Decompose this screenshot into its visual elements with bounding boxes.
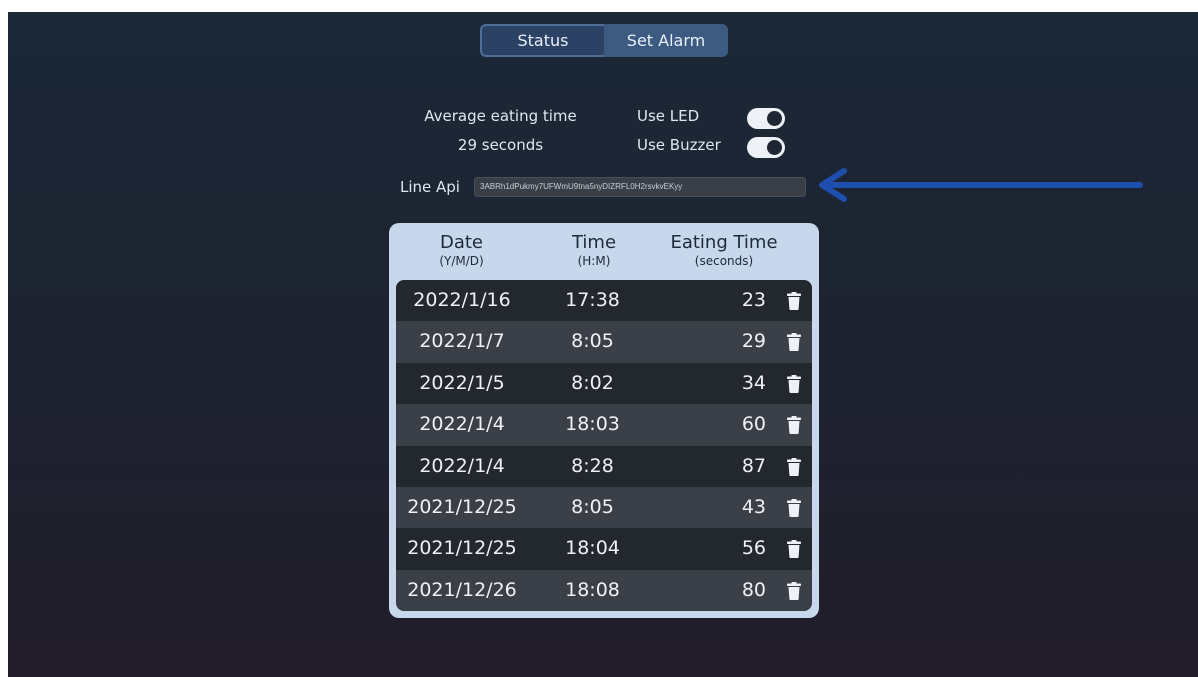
average-eating-time-value: 29 seconds (457, 136, 544, 154)
eating-time-header-label: Eating Time (670, 232, 778, 253)
use-buzzer-label: Use Buzzer (637, 136, 721, 154)
time-cell: 18:03 (565, 413, 620, 436)
table-row: 2022/1/7 8:05 29 (396, 321, 812, 363)
trash-icon[interactable] (786, 540, 802, 559)
eating-time-header-unit: (seconds) (694, 254, 754, 268)
table-row: 2022/1/4 8:28 87 (396, 445, 812, 487)
eating-time-cell: 29 (741, 330, 766, 353)
date-header-label: Date (439, 232, 484, 253)
table-row: 2021/12/25 18:04 56 (396, 528, 812, 570)
app-window: Status Set Alarm Average eating time 29 … (8, 12, 1198, 677)
time-cell: 8:05 (571, 330, 614, 353)
table-row: 2022/1/16 17:38 23 (396, 280, 812, 322)
date-cell: 2022/1/7 (419, 330, 505, 353)
column-header-eating-time: Eating Time (seconds) (649, 232, 799, 268)
date-cell: 2022/1/16 (413, 289, 511, 311)
use-led-toggle[interactable] (747, 108, 785, 129)
eating-time-cell: 60 (741, 413, 766, 436)
use-buzzer-toggle[interactable] (747, 137, 785, 158)
toggle-knob (767, 140, 782, 155)
date-cell: 2021/12/26 (407, 578, 517, 601)
table-body: 2022/1/16 17:38 23 2022/1/7 8:05 29 2022… (396, 280, 812, 611)
trash-icon[interactable] (786, 457, 802, 476)
table-header: Date (Y/M/D) Time (H:M) Eating Time (sec… (389, 223, 819, 279)
date-cell: 2022/1/4 (419, 454, 505, 477)
table-row: 2021/12/26 18:08 80 (396, 569, 812, 611)
eating-time-cell: 34 (741, 371, 766, 394)
date-cell: 2021/12/25 (407, 537, 517, 560)
trash-icon[interactable] (786, 581, 802, 600)
time-header-label: Time (571, 232, 617, 253)
eating-time-cell: 56 (741, 537, 766, 560)
date-header-format: (Y/M/D) (439, 254, 484, 268)
line-api-input[interactable]: 3ABRh1dPukmy7UFWmU9tna5nyDIZRFL0H2rsvkvE… (474, 177, 806, 197)
trash-icon[interactable] (786, 416, 802, 435)
time-cell: 18:04 (565, 537, 620, 560)
trash-icon[interactable] (786, 374, 802, 393)
table-row: 2021/12/25 8:05 43 (396, 487, 812, 529)
tab-switcher: Status Set Alarm (480, 24, 728, 57)
time-cell: 8:02 (571, 371, 614, 394)
column-header-date: Date (Y/M/D) (399, 232, 524, 268)
table-row: 2022/1/4 18:03 60 (396, 404, 812, 446)
tab-status[interactable]: Status (480, 24, 604, 57)
time-header-format: (H:M) (577, 254, 611, 268)
arrow-left-icon (819, 168, 1143, 202)
average-eating-time-label: Average eating time (424, 107, 577, 125)
trash-icon[interactable] (786, 499, 802, 517)
column-header-time: Time (H:M) (539, 232, 649, 268)
table-row: 2022/1/5 8:02 34 (396, 362, 812, 405)
time-cell: 8:28 (571, 454, 614, 477)
eating-time-cell: 23 (741, 289, 766, 311)
eating-time-cell: 87 (741, 454, 766, 477)
line-api-label: Line Api (400, 178, 460, 196)
time-cell: 18:08 (565, 578, 620, 601)
eating-time-cell: 43 (741, 496, 766, 518)
date-cell: 2022/1/4 (419, 413, 505, 436)
history-table: Date (Y/M/D) Time (H:M) Eating Time (sec… (389, 223, 819, 618)
use-led-label: Use LED (637, 107, 700, 125)
tab-set-alarm[interactable]: Set Alarm (604, 24, 728, 57)
eating-time-cell: 80 (741, 578, 766, 601)
time-cell: 17:38 (565, 289, 620, 311)
date-cell: 2022/1/5 (419, 371, 505, 394)
trash-icon[interactable] (786, 333, 802, 352)
toggle-knob (767, 111, 782, 126)
time-cell: 8:05 (571, 496, 614, 518)
date-cell: 2021/12/25 (407, 496, 517, 518)
trash-icon[interactable] (786, 292, 802, 310)
